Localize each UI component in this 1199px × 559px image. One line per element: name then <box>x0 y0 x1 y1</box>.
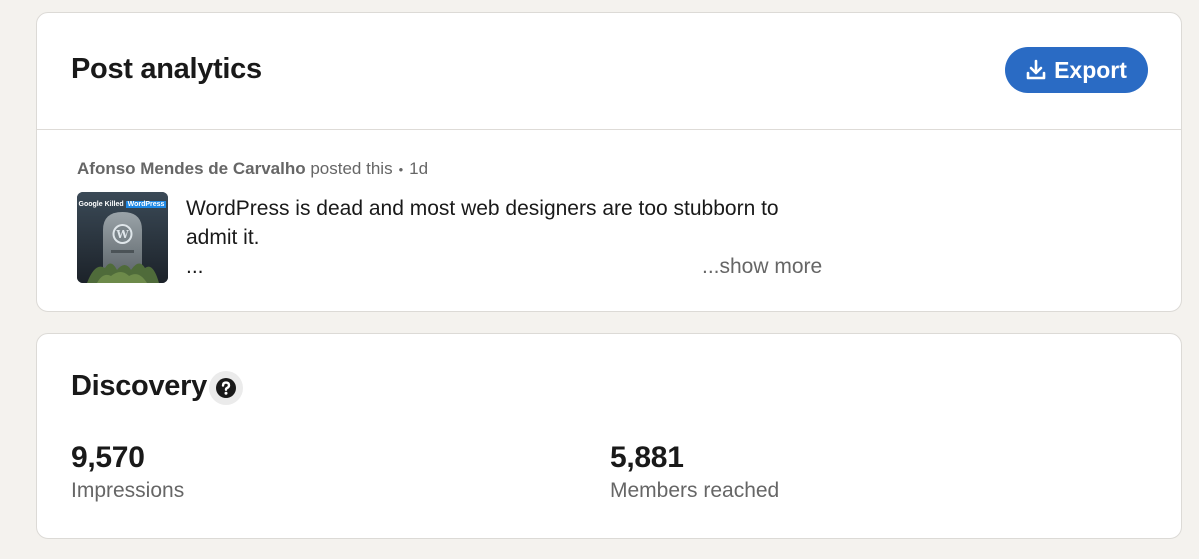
post-thumbnail[interactable]: W Google Killed WordPress <box>77 192 168 283</box>
metric-value: 9,570 <box>71 441 145 474</box>
metric-label: Members reached <box>610 479 780 502</box>
thumbnail-caption: Google Killed WordPress <box>77 201 168 208</box>
post-meta: Afonso Mendes de Carvalho posted this • 1d <box>77 159 428 179</box>
export-button[interactable]: Export <box>1005 47 1148 93</box>
thumbnail-caption-highlight: WordPress <box>125 201 167 208</box>
export-button-label: Export <box>1054 56 1127 83</box>
question-circle-icon[interactable] <box>209 371 243 405</box>
metric-value: 5,881 <box>610 441 684 474</box>
download-icon <box>1026 59 1046 81</box>
card-header: Post analytics Export <box>37 13 1181 130</box>
post-author[interactable]: Afonso Mendes de Carvalho <box>77 159 306 178</box>
discovery-card: Discovery 9,570 Impressions 5,881 Member… <box>36 333 1182 539</box>
show-more-link[interactable]: ...show more <box>702 252 822 281</box>
discovery-title: Discovery <box>71 370 207 402</box>
metric-members-reached[interactable]: 5,881 Members reached <box>610 440 779 506</box>
post-text: WordPress is dead and most web designers… <box>186 197 779 249</box>
svg-text:W: W <box>115 228 129 241</box>
post-analytics-card: Post analytics Export Afonso Mendes de C… <box>36 12 1182 312</box>
post-age: 1d <box>409 159 429 178</box>
post-action: posted this <box>310 159 393 178</box>
metric-label: Impressions <box>71 479 185 502</box>
thumbnail-caption-plain: Google Killed <box>78 201 124 208</box>
post-ellipsis: ... <box>186 255 204 278</box>
meta-separator: • <box>398 162 404 177</box>
metric-impressions[interactable]: 9,570 Impressions <box>71 440 184 506</box>
page-title: Post analytics <box>71 53 262 85</box>
